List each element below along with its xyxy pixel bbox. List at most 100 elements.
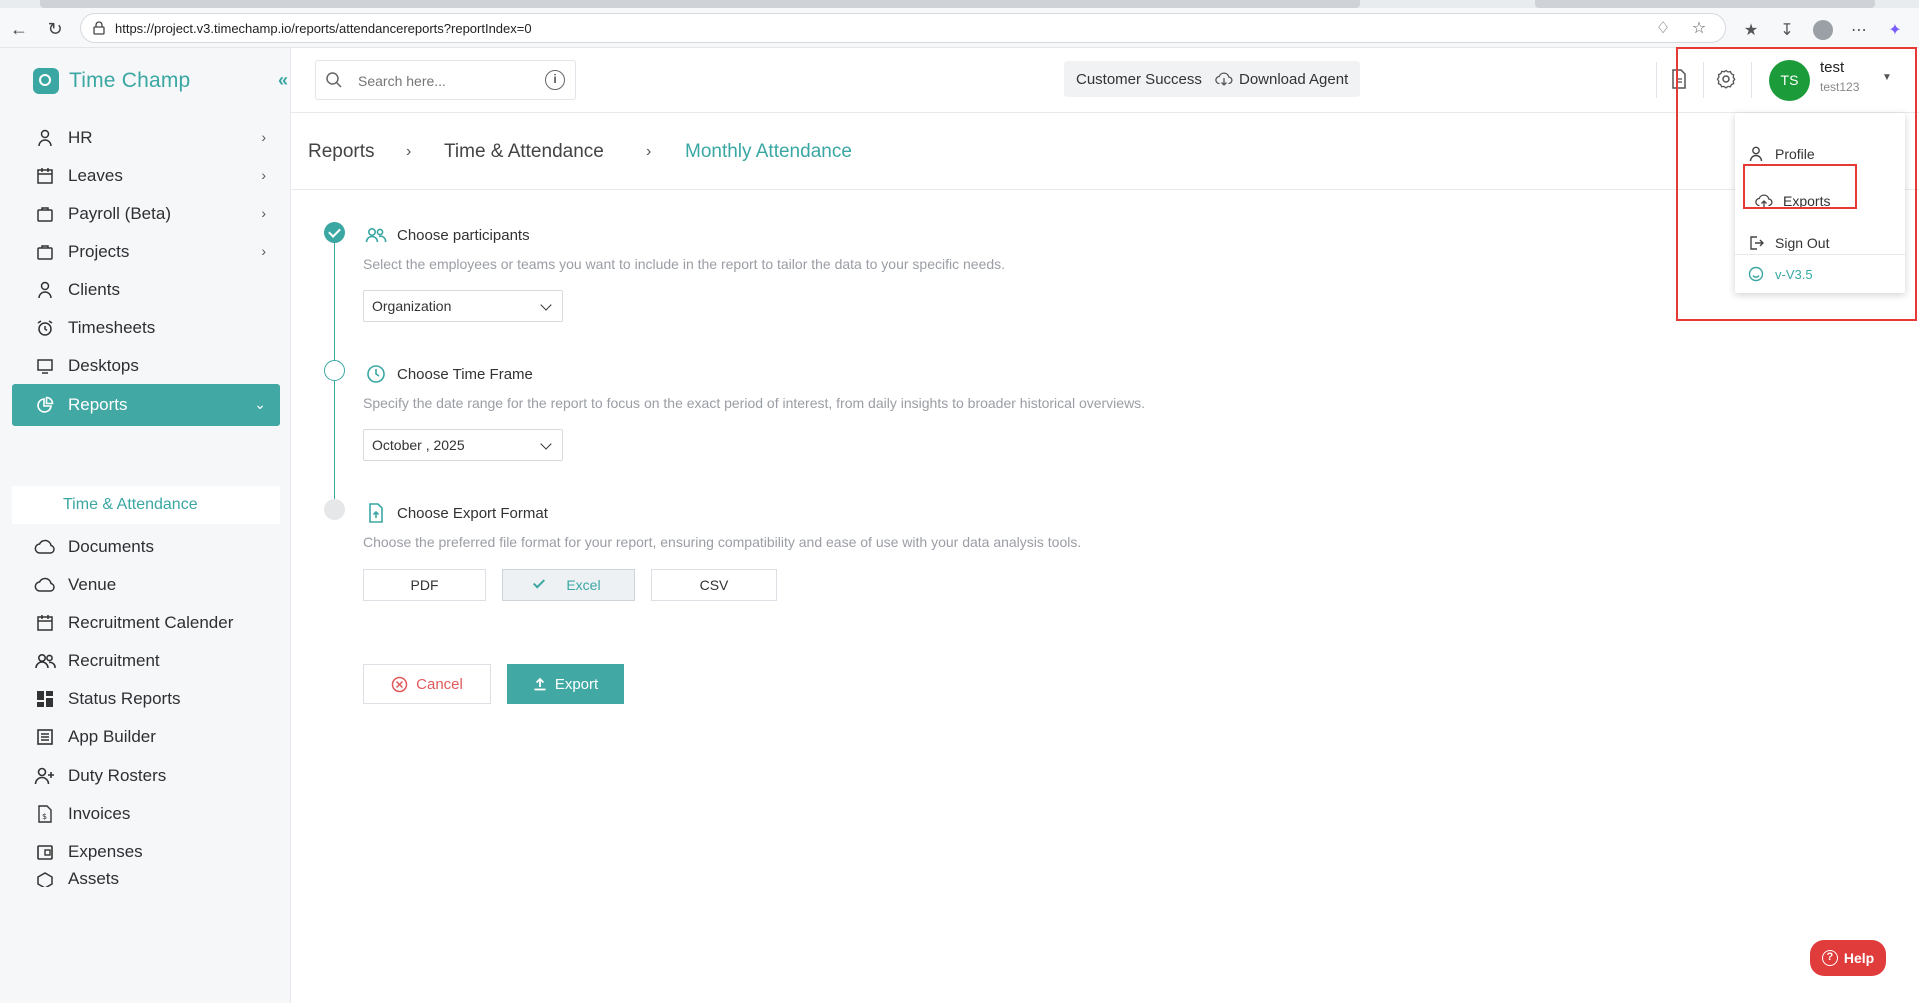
sidebar-item-timesheets[interactable]: Timesheets — [12, 307, 280, 349]
export-label: Export — [554, 675, 599, 693]
step-pending-dot — [324, 499, 345, 520]
chevron-down-icon — [540, 299, 552, 311]
sidebar-item-status-reports[interactable]: Status Reports — [12, 678, 280, 720]
chevron-right-icon: › — [406, 143, 412, 160]
refresh-icon[interactable]: ↻ — [44, 18, 66, 40]
breadcrumb-time-attendance[interactable]: Time & Attendance — [444, 141, 604, 163]
download-agent-button[interactable]: Download Agent — [1203, 61, 1361, 97]
briefcase-icon — [32, 241, 58, 263]
bell-icon[interactable]: ♢ — [1653, 19, 1673, 39]
sidebar-subitem-time-attendance[interactable]: Time & Attendance — [12, 486, 280, 524]
cancel-button[interactable]: Cancel — [363, 664, 491, 704]
person-icon — [32, 279, 58, 301]
sidebar-item-reports[interactable]: Reports ⌄ — [12, 384, 280, 426]
people-icon — [365, 224, 387, 246]
sidebar-item-label: Reports — [68, 395, 128, 414]
check-icon — [533, 576, 546, 589]
step-participants-desc: Select the employees or teams you want t… — [363, 256, 1006, 272]
chevron-right-icon: › — [646, 143, 652, 160]
sidebar-item-payroll-beta[interactable]: Payroll (Beta) › — [12, 193, 280, 235]
address-bar[interactable]: https://project.v3.timechamp.io/reports/… — [80, 13, 1726, 43]
step-complete-check-icon — [324, 222, 345, 243]
svg-text:$: $ — [42, 812, 47, 821]
chevron-right-icon: › — [261, 167, 266, 183]
copilot-icon[interactable]: ✦ — [1884, 20, 1906, 42]
clock-logo-icon — [33, 68, 59, 94]
format-csv-label: CSV — [699, 577, 729, 593]
browser-tab-strip — [0, 0, 1919, 8]
breadcrumb-reports[interactable]: Reports — [308, 141, 375, 163]
sidebar-item-label: Payroll (Beta) — [68, 204, 171, 223]
sidebar-item-documents[interactable]: Documents — [12, 526, 280, 568]
breadcrumb-monthly-attendance: Monthly Attendance — [685, 141, 852, 162]
help-button[interactable]: ? Help — [1810, 940, 1886, 976]
sidebar-item-leaves[interactable]: Leaves › — [12, 155, 280, 197]
sidebar-item-hr[interactable]: HR › — [12, 117, 280, 159]
search-box[interactable]: i — [315, 60, 576, 100]
wallet-icon — [32, 841, 58, 863]
file-upload-icon — [365, 502, 387, 524]
group-icon — [32, 650, 58, 672]
back-arrow-icon[interactable]: ← — [8, 18, 30, 40]
sidebar-item-label: Timesheets — [68, 318, 156, 337]
format-pdf-label: PDF — [410, 577, 439, 593]
sidebar-item-label: Duty Rosters — [68, 766, 167, 785]
sidebar-item-label: HR — [68, 128, 93, 147]
sidebar-item-assets[interactable]: Assets — [12, 869, 280, 887]
cancel-circle-icon — [391, 676, 408, 692]
sidebar-item-recruitment-calender[interactable]: Recruitment Calender — [12, 602, 280, 644]
cloud-icon — [32, 574, 58, 596]
customer-success-label: Customer Success — [1076, 70, 1202, 88]
sidebar-item-expenses[interactable]: Expenses — [12, 831, 280, 873]
header-divider — [1656, 62, 1657, 98]
more-menu-icon[interactable]: ⋯ — [1848, 20, 1870, 42]
sidebar-item-label: Recruitment Calender — [68, 613, 234, 632]
person-icon — [32, 127, 58, 149]
favorites-icon[interactable]: ★ — [1740, 20, 1762, 42]
profile-avatar[interactable] — [1812, 20, 1834, 42]
list-icon — [32, 726, 58, 748]
sidebar-item-projects[interactable]: Projects › — [12, 231, 280, 273]
time-frame-select-value: October , 2025 — [372, 437, 465, 453]
sidebar-item-duty-rosters[interactable]: Duty Rosters — [12, 755, 280, 797]
browser-tab[interactable] — [40, 0, 1360, 8]
export-button[interactable]: Export — [507, 664, 624, 704]
sidebar-item-label: Assets — [68, 869, 120, 887]
sidebar-item-app-builder[interactable]: App Builder — [12, 716, 280, 758]
url-text: https://project.v3.timechamp.io/reports/… — [115, 21, 532, 36]
customer-success-button[interactable]: Customer Success — [1064, 61, 1214, 97]
sidebar-item-label: Invoices — [68, 804, 131, 823]
top-header: i Customer Success Download Agent TS tes… — [291, 48, 1919, 113]
search-input[interactable] — [358, 70, 538, 92]
collapse-sidebar-icon[interactable]: « — [278, 70, 288, 91]
sidebar-item-label: Desktops — [68, 356, 139, 375]
cancel-label: Cancel — [416, 675, 463, 693]
sidebar-item-invoices[interactable]: $ Invoices — [12, 793, 280, 835]
brand[interactable]: Time Champ — [33, 68, 190, 94]
step-time-frame-title: Choose Time Frame — [365, 363, 533, 385]
format-csv-button[interactable]: CSV — [651, 569, 777, 601]
step-export-format-title: Choose Export Format — [365, 502, 548, 524]
browser-tab[interactable] — [1535, 0, 1875, 8]
star-icon[interactable]: ☆ — [1689, 19, 1709, 39]
sidebar-item-desktops[interactable]: Desktops — [12, 345, 280, 387]
cloud-download-icon — [1215, 72, 1233, 86]
lock-icon — [93, 21, 105, 35]
format-pdf-button[interactable]: PDF — [363, 569, 486, 601]
format-excel-button[interactable]: Excel — [502, 569, 635, 601]
sidebar-item-clients[interactable]: Clients — [12, 269, 280, 311]
box-icon — [32, 869, 58, 887]
sidebar-item-venue[interactable]: Venue — [12, 564, 280, 606]
browser-toolbar: ← ↻ https://project.v3.timechamp.io/repo… — [0, 8, 1919, 48]
participants-select[interactable]: Organization — [363, 290, 563, 322]
step-open-dot — [324, 360, 345, 381]
sidebar-item-recruitment[interactable]: Recruitment — [12, 640, 280, 682]
time-frame-select[interactable]: October , 2025 — [363, 429, 563, 461]
step-participants-label: Choose participants — [397, 226, 530, 244]
download-icon[interactable]: ↧ — [1776, 20, 1798, 42]
chevron-right-icon: › — [261, 205, 266, 221]
info-icon[interactable]: i — [545, 70, 565, 90]
alarm-clock-icon — [32, 317, 58, 339]
download-agent-label: Download Agent — [1239, 70, 1349, 88]
sidebar-item-label: Leaves — [68, 166, 123, 185]
